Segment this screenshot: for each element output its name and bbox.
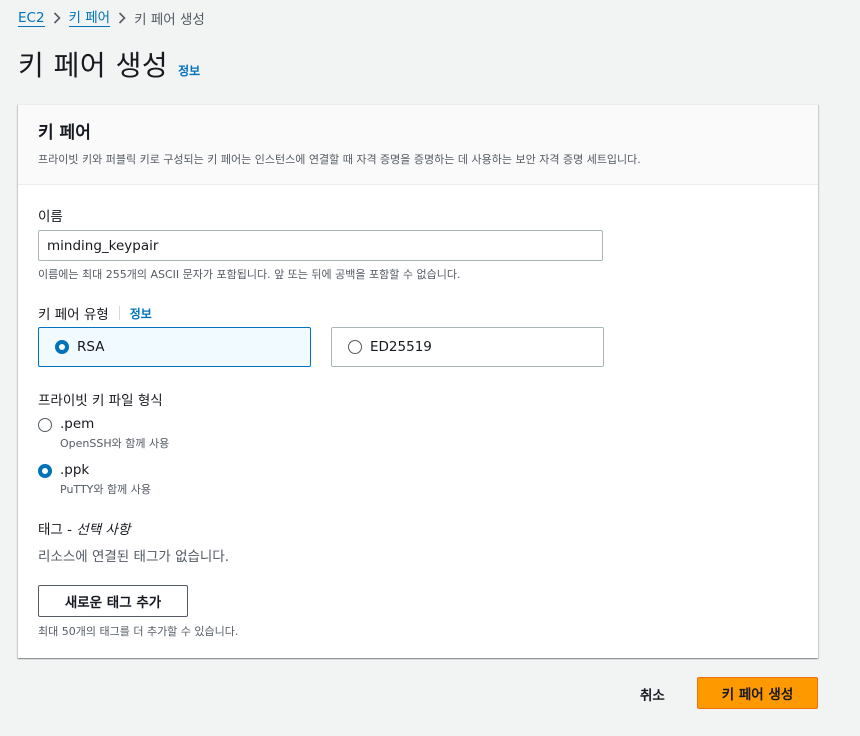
key-pair-form-card: 키 페어 프라이빗 키와 퍼블릭 키로 구성되는 키 페어는 인스턴스에 연결할… bbox=[18, 104, 818, 658]
radio-unselected-icon bbox=[348, 340, 362, 354]
add-tag-button[interactable]: 새로운 태그 추가 bbox=[38, 585, 188, 617]
breadcrumb-current: 키 페어 생성 bbox=[134, 12, 205, 28]
info-link[interactable]: 정보 bbox=[178, 62, 200, 79]
key-type-rsa-tile[interactable]: RSA bbox=[38, 327, 311, 367]
section-title: 키 페어 bbox=[38, 123, 91, 143]
chevron-right-icon bbox=[110, 10, 134, 26]
key-type-rsa-label: RSA bbox=[77, 339, 105, 355]
pem-description: OpenSSH와 함께 사용 bbox=[60, 437, 170, 450]
divider bbox=[118, 306, 120, 320]
tags-label-text: 태그 - bbox=[38, 522, 77, 538]
name-label: 이름 bbox=[38, 209, 63, 225]
file-format-label: 프라이빗 키 파일 형식 bbox=[38, 393, 163, 409]
key-type-ed25519-tile[interactable]: ED25519 bbox=[331, 327, 604, 367]
key-type-info-link[interactable]: 정보 bbox=[130, 305, 152, 322]
key-type-label-row: 키 페어 유형 정보 bbox=[38, 303, 152, 323]
pem-label: .pem bbox=[60, 416, 95, 432]
key-name-input[interactable] bbox=[38, 230, 603, 261]
radio-unselected-icon[interactable] bbox=[38, 418, 52, 432]
key-type-label: 키 페어 유형 bbox=[38, 307, 109, 323]
breadcrumb-key-pairs-link[interactable]: 키 페어 bbox=[68, 10, 111, 27]
tags-limit-hint: 최대 50개의 태그를 더 추가할 수 있습니다. bbox=[38, 625, 239, 638]
key-type-ed25519-label: ED25519 bbox=[370, 339, 432, 355]
file-format-pem-option[interactable]: .pem OpenSSH와 함께 사용 bbox=[38, 416, 169, 451]
create-key-pair-button[interactable]: 키 페어 생성 bbox=[697, 677, 818, 709]
cancel-button[interactable]: 취소 bbox=[640, 684, 665, 704]
card-header: 키 페어 프라이빗 키와 퍼블릭 키로 구성되는 키 페어는 인스턴스에 연결할… bbox=[18, 105, 818, 185]
breadcrumb: EC2 키 페어 키 페어 생성 bbox=[18, 8, 205, 28]
radio-selected-icon[interactable] bbox=[38, 464, 52, 478]
radio-selected-icon bbox=[55, 340, 69, 354]
tags-optional-text: 선택 사항 bbox=[76, 522, 131, 538]
ppk-label: .ppk bbox=[60, 462, 90, 478]
page-header: 키 페어 생성 정보 bbox=[18, 44, 200, 84]
section-description: 프라이빗 키와 퍼블릭 키로 구성되는 키 페어는 인스턴스에 연결할 때 자격… bbox=[38, 153, 641, 166]
chevron-right-icon bbox=[45, 10, 69, 26]
file-format-ppk-option[interactable]: .ppk PuTTY와 함께 사용 bbox=[38, 462, 151, 497]
name-hint: 이름에는 최대 255개의 ASCII 문자가 포함됩니다. 앞 또는 뒤에 공… bbox=[38, 268, 461, 281]
ppk-description: PuTTY와 함께 사용 bbox=[60, 483, 151, 496]
page-title: 키 페어 생성 bbox=[18, 49, 169, 82]
breadcrumb-ec2-link[interactable]: EC2 bbox=[18, 10, 45, 27]
tags-empty-message: 리소스에 연결된 태그가 없습니다. bbox=[38, 549, 230, 565]
tags-label: 태그 - 선택 사항 bbox=[38, 518, 130, 538]
